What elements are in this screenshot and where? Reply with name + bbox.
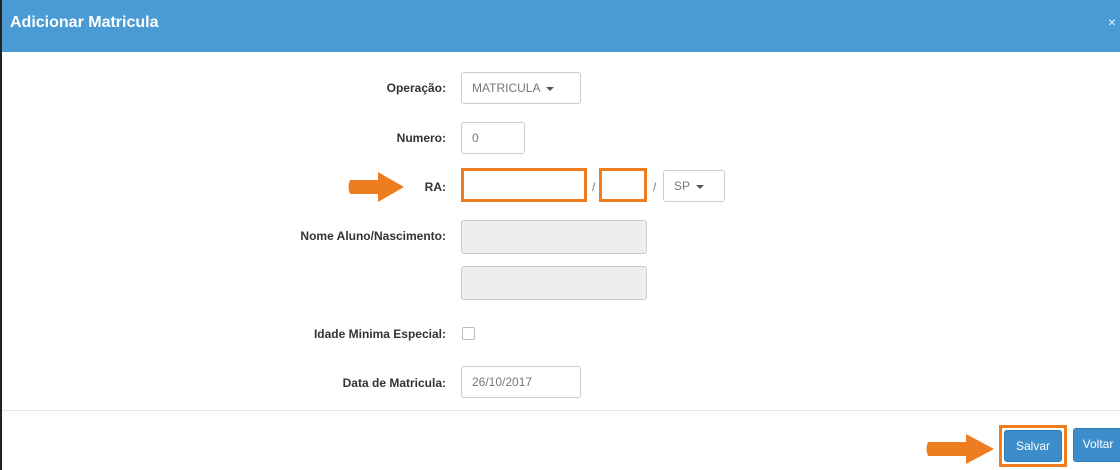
numero-input[interactable]: 0 — [461, 122, 525, 154]
modal-header: Adicionar Matricula × — [2, 0, 1120, 52]
caret-down-icon — [546, 86, 555, 91]
numero-value: 0 — [472, 131, 479, 145]
ra-slash: / — [592, 180, 596, 194]
ra-label: RA: — [424, 180, 446, 194]
data-label: Data de Matricula: — [342, 376, 446, 390]
nome-aluno-input — [461, 220, 647, 254]
idade-minima-checkbox[interactable] — [462, 327, 475, 340]
data-matricula-input[interactable]: 26/10/2017 — [461, 366, 581, 398]
add-enrollment-modal: Adicionar Matricula × Operação: MATRICUL… — [0, 0, 1120, 470]
operacao-label: Operação: — [386, 81, 446, 95]
uf-slash: / — [653, 180, 657, 194]
close-icon[interactable]: × — [1108, 14, 1116, 30]
caret-down-icon — [696, 184, 705, 189]
save-button-highlight: Salvar — [999, 425, 1067, 467]
nome-label: Nome Aluno/Nascimento: — [300, 229, 446, 243]
operacao-value: MATRICULA — [472, 81, 541, 95]
orange-right-arrow-icon — [926, 434, 994, 464]
footer-divider — [2, 410, 1120, 411]
uf-select[interactable]: SP — [663, 170, 725, 202]
operacao-select[interactable]: MATRICULA — [461, 72, 581, 104]
back-button[interactable]: Voltar — [1073, 428, 1120, 462]
ra-input[interactable] — [461, 168, 587, 202]
idade-label: Idade Minima Especial: — [313, 327, 446, 341]
uf-value: SP — [674, 179, 691, 193]
modal-title: Adicionar Matricula — [10, 14, 159, 31]
ra-digit-input[interactable] — [599, 168, 647, 202]
data-matricula-value: 26/10/2017 — [472, 375, 533, 389]
numero-label: Numero: — [396, 131, 446, 145]
nascimento-input — [461, 266, 647, 300]
save-button[interactable]: Salvar — [1004, 430, 1062, 462]
